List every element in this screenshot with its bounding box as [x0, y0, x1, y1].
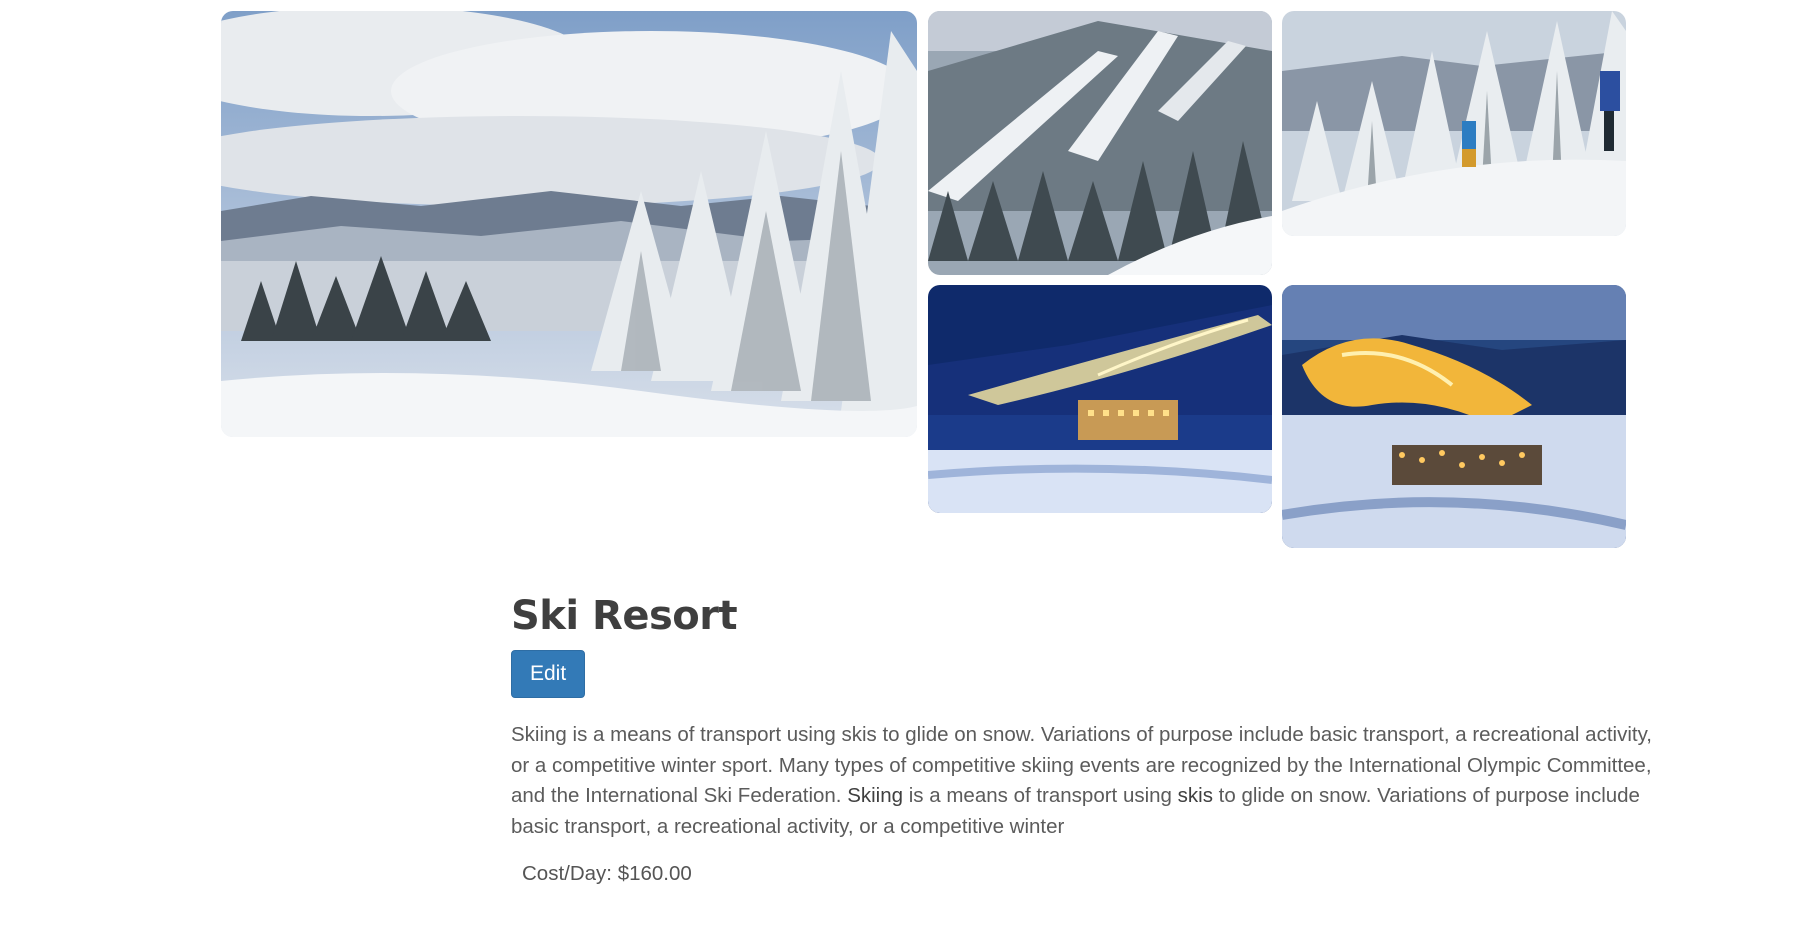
snowy-valley-image [221, 11, 917, 437]
gallery-main-photo[interactable] [221, 11, 917, 437]
skiers-forest-image [1282, 11, 1626, 236]
gallery-photo-night-resort[interactable] [928, 285, 1272, 513]
skier-figure [1462, 121, 1476, 149]
cost-per-day: Cost/Day: $160.00 [522, 862, 692, 885]
description-term-skiing: Skiing [847, 784, 904, 807]
night-resort-image [928, 285, 1272, 513]
gallery-photo-skiers[interactable] [1282, 11, 1626, 236]
night-slopes-image [1282, 285, 1626, 548]
description-term-skis: skis [1177, 784, 1213, 807]
resort-description: Skiing is a means of transport using ski… [511, 720, 1661, 842]
gallery-photo-slopes[interactable] [928, 11, 1272, 275]
ski-slopes-image [928, 11, 1272, 275]
description-text-2: is a means of transport using [903, 784, 1178, 807]
gallery-photo-night-slopes[interactable] [1282, 285, 1626, 548]
page: Ski Resort Edit Skiing is a means of tra… [0, 0, 1807, 927]
edit-button[interactable]: Edit [511, 650, 586, 698]
resort-details: Ski Resort Edit Skiing is a means of tra… [511, 588, 1661, 886]
page-title: Ski Resort [511, 593, 738, 639]
